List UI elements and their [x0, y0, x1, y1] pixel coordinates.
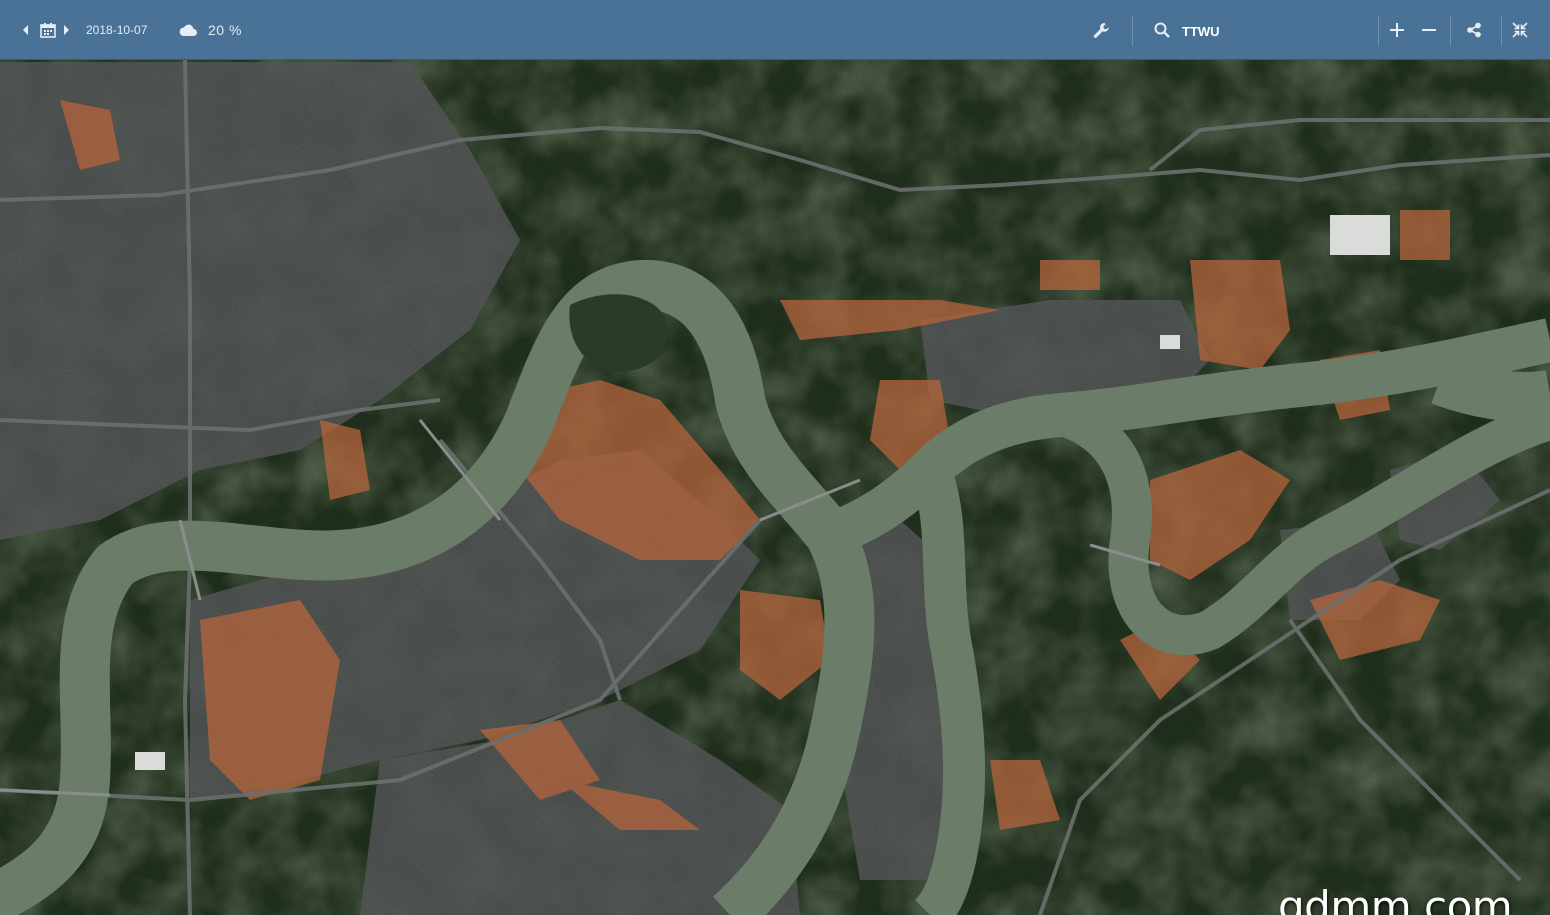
chevron-left-icon [23, 25, 28, 35]
date-text: 2018-10-07 [86, 23, 148, 37]
zoom-out-button[interactable] [1422, 0, 1438, 60]
prev-date-button[interactable] [22, 0, 34, 60]
zoom-in-button[interactable] [1390, 0, 1410, 60]
cloud-icon [179, 24, 197, 36]
satellite-imagery [0, 60, 1550, 915]
map-toolbar: 2018-10-07 20 % [0, 0, 1550, 60]
search-input[interactable] [1182, 20, 1362, 42]
toolbar-divider [1132, 16, 1133, 46]
toolbar-divider [1501, 16, 1502, 46]
share-button[interactable] [1466, 0, 1486, 60]
cloud-cover-value: 20 % [208, 22, 242, 38]
plus-icon [1390, 23, 1404, 37]
watermark: gdmm.com [1278, 882, 1513, 915]
minus-icon [1422, 29, 1436, 31]
search-icon-wrap [1154, 0, 1172, 60]
tools-button[interactable] [1093, 0, 1113, 60]
cloud-cover-control[interactable]: 20 % [178, 0, 242, 60]
river-east-mouth [1431, 356, 1550, 422]
calendar-button[interactable] [40, 0, 58, 60]
toolbar-divider [1378, 16, 1379, 46]
collapse-panel-button[interactable] [1512, 0, 1532, 60]
wrench-icon [1093, 22, 1109, 38]
collapse-icon [1512, 22, 1528, 38]
calendar-icon [40, 23, 56, 38]
chevron-right-icon [64, 25, 69, 35]
share-icon [1467, 22, 1481, 38]
date-display[interactable]: 2018-10-07 [86, 0, 147, 60]
next-date-button[interactable] [62, 0, 74, 60]
toolbar-divider [1450, 16, 1451, 46]
satellite-map[interactable]: gdmm.com [0, 60, 1550, 915]
search-icon [1154, 22, 1170, 38]
